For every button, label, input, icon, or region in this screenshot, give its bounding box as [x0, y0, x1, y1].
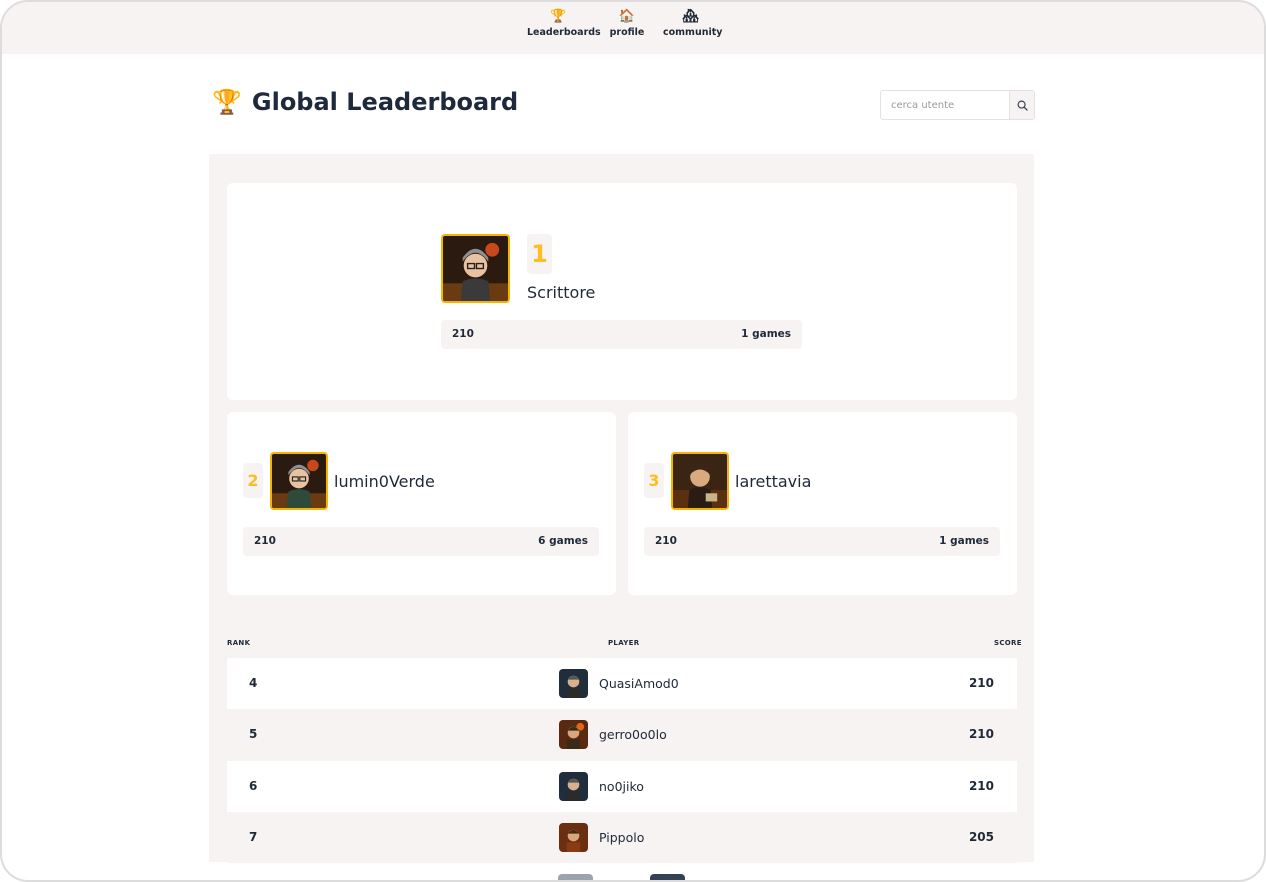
next-page-button[interactable] [650, 874, 685, 880]
table-row[interactable]: 4 QuasiAmod0 210 [227, 658, 1017, 709]
search-icon [1017, 100, 1028, 111]
third-place-card[interactable]: 3 larettavia 210 1 games [628, 412, 1017, 595]
row-score: 210 [968, 779, 994, 793]
nav-leaderboards[interactable]: 🏆 Leaderboards [527, 9, 601, 38]
nav-community-label: community [663, 27, 723, 38]
player-games: 1 games [741, 328, 791, 340]
avatar [441, 234, 510, 303]
player-name: larettavia [735, 472, 812, 491]
rank-badge: 1 [527, 234, 552, 274]
rank-badge: 2 [243, 463, 263, 498]
trophy-icon: 🏆 [212, 88, 242, 116]
avatar [559, 772, 588, 801]
first-place-card[interactable]: 1 Scrittore 210 1 games [227, 183, 1017, 400]
row-player-name: gerro0o0lo [599, 727, 667, 742]
search-button[interactable] [1009, 91, 1034, 119]
user-search [880, 90, 1035, 120]
row-score: 210 [968, 727, 994, 741]
row-player-name: QuasiAmod0 [599, 676, 679, 691]
rank-badge: 3 [644, 463, 664, 498]
avatar-image [673, 454, 727, 508]
avatar-image [443, 236, 508, 301]
row-score: 210 [968, 676, 994, 690]
search-input[interactable] [881, 91, 1001, 119]
trophy-icon: 🏆 [550, 9, 567, 24]
house-icon: 🏠 [618, 9, 636, 24]
player-score: 210 [452, 328, 474, 340]
avatar [559, 823, 588, 852]
table-row[interactable]: 7 Pippolo 205 [227, 812, 1017, 863]
community-icon: 🏘 [682, 9, 699, 24]
row-score: 205 [968, 830, 994, 844]
avatar [559, 720, 588, 749]
column-header-player: PLAYER [608, 639, 640, 647]
row-rank: 6 [249, 779, 258, 793]
column-header-rank: RANK [227, 639, 251, 647]
avatar-image [272, 454, 326, 508]
player-stats: 210 1 games [441, 320, 802, 349]
row-rank: 4 [249, 676, 258, 690]
player-games: 6 games [538, 535, 588, 547]
row-rank: 7 [249, 830, 258, 844]
row-player-name: no0jiko [599, 779, 644, 794]
player-score: 210 [655, 535, 677, 547]
player-score: 210 [254, 535, 276, 547]
column-header-score: SCORE [994, 639, 1022, 647]
page-title: 🏆 Global Leaderboard [212, 88, 518, 116]
player-games: 1 games [939, 535, 989, 547]
avatar [559, 669, 588, 698]
table-row[interactable]: 6 no0jiko 210 [227, 761, 1017, 812]
avatar [270, 452, 328, 510]
nav-profile[interactable]: 🏠 profile [608, 9, 646, 38]
nav-leaderboards-label: Leaderboards [527, 27, 601, 38]
previous-page-button[interactable] [558, 874, 593, 880]
nav-community[interactable]: 🏘 community [663, 9, 722, 38]
second-place-card[interactable]: 2 lumin0Verde 210 6 games [227, 412, 616, 595]
player-stats: 210 6 games [243, 527, 599, 556]
table-row[interactable]: 5 gerro0o0lo 210 [227, 709, 1017, 760]
player-stats: 210 1 games [644, 527, 1000, 556]
app-window: 🏆 Leaderboards 🏠 profile 🏘 community 🏆 G… [0, 0, 1266, 882]
top-navbar: 🏆 Leaderboards 🏠 profile 🏘 community [2, 2, 1264, 54]
page-title-text: Global Leaderboard [251, 88, 519, 116]
avatar [671, 452, 729, 510]
nav-profile-label: profile [609, 27, 645, 38]
row-rank: 5 [249, 727, 258, 741]
row-player-name: Pippolo [599, 830, 645, 845]
player-name: Scrittore [527, 283, 596, 302]
player-name: lumin0Verde [334, 472, 435, 491]
